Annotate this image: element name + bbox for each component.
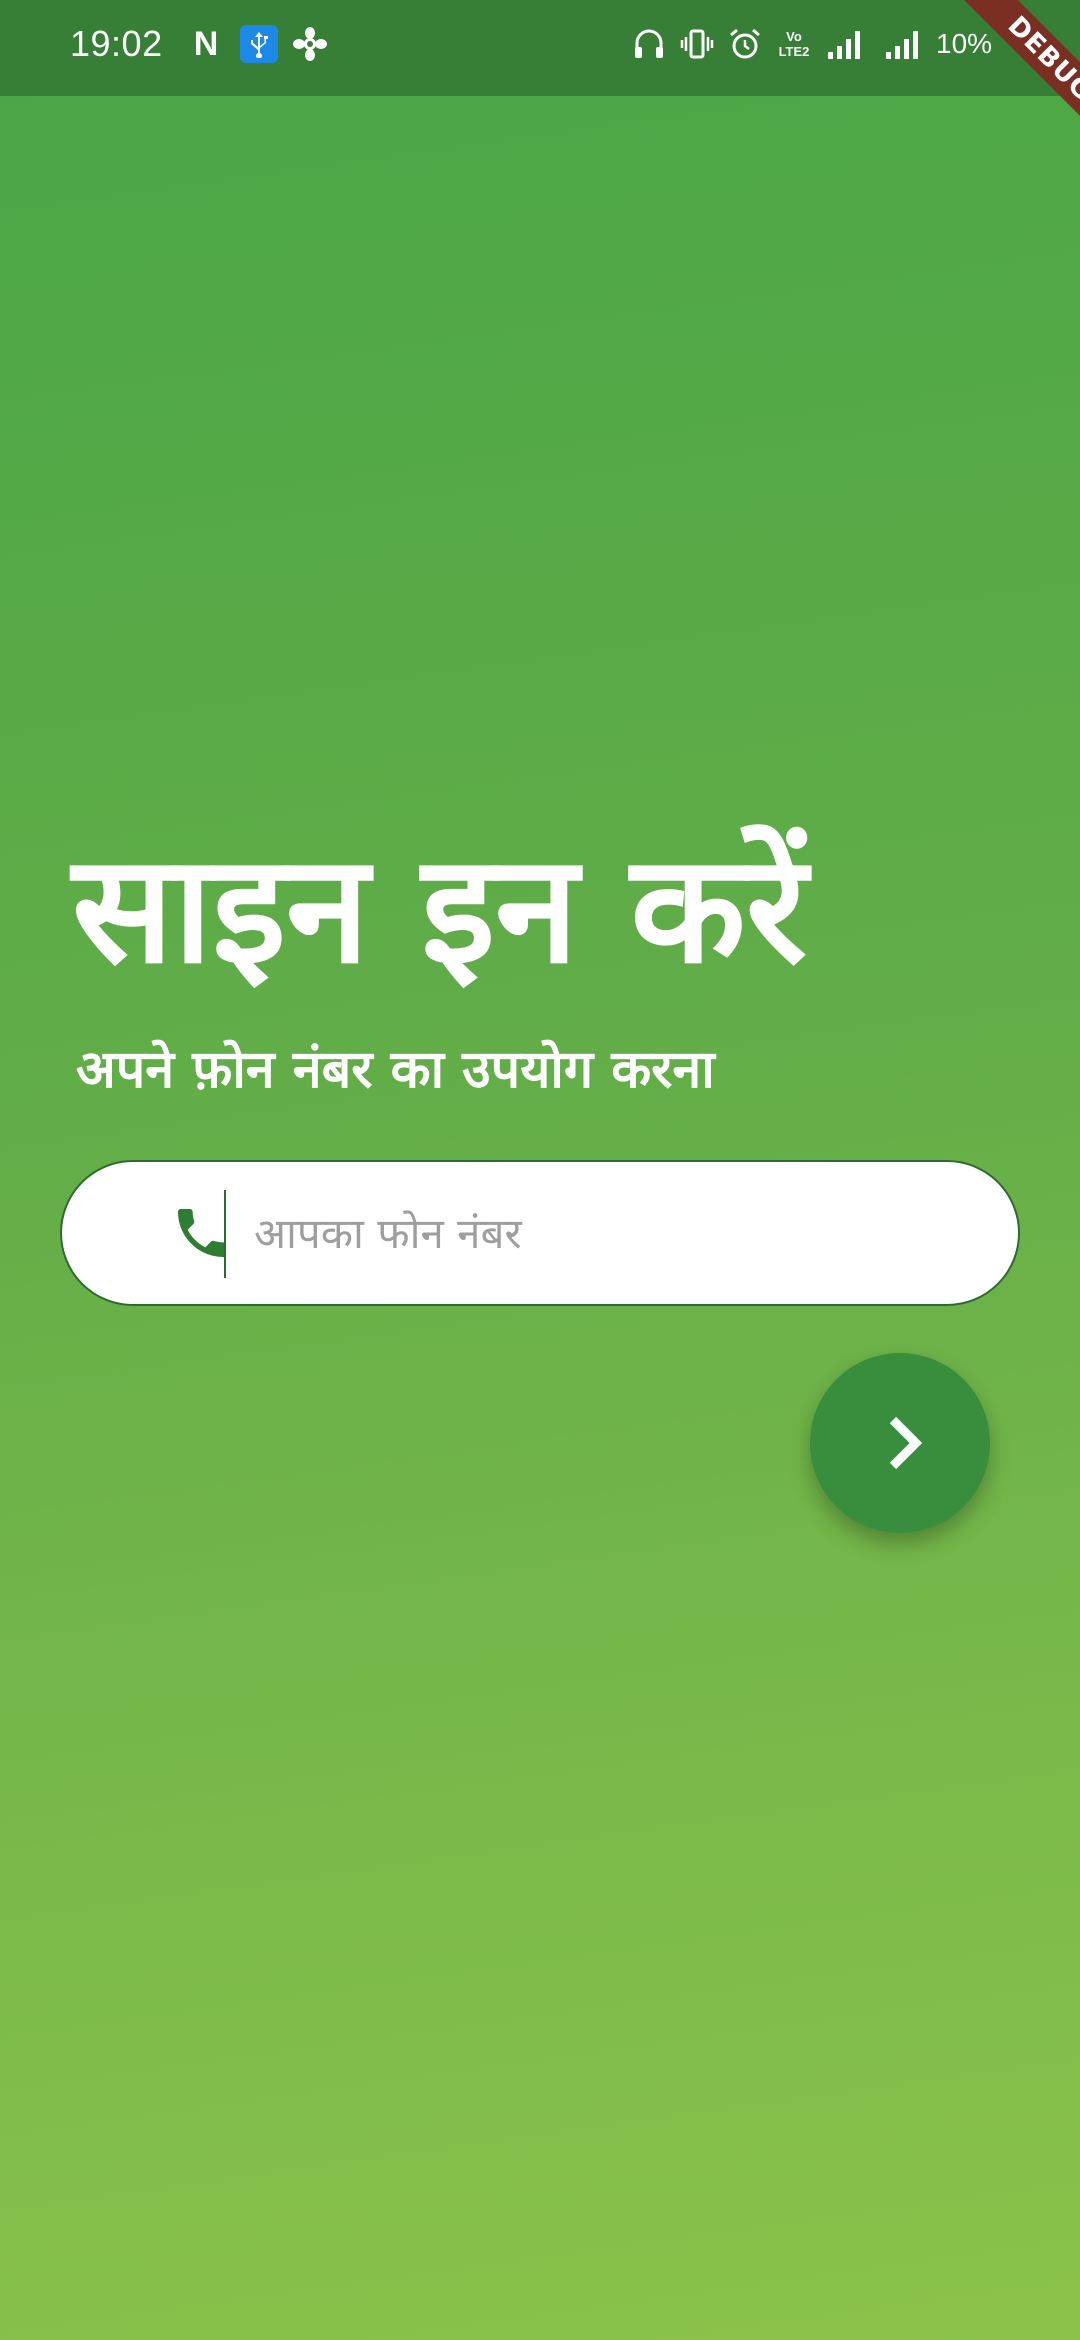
field-divider bbox=[224, 1190, 226, 1278]
page-title: साइन इन करें bbox=[72, 823, 808, 997]
volte-icon: Vo LTE2 bbox=[776, 27, 812, 61]
next-button[interactable] bbox=[810, 1353, 990, 1533]
chevron-right-icon bbox=[889, 1416, 923, 1470]
headset-icon bbox=[633, 27, 665, 61]
netflix-icon: N bbox=[193, 25, 219, 63]
page-subtitle: अपने फ़ोन नंबर का उपयोग करना bbox=[76, 1040, 715, 1100]
vibrate-icon bbox=[680, 27, 714, 61]
volte-top-label: Vo bbox=[786, 29, 802, 44]
status-time: 19:02 bbox=[70, 23, 163, 64]
status-bar: 19:02 N Vo LTE2 10% bbox=[0, 0, 1080, 96]
signal-icon bbox=[826, 28, 868, 60]
phone-number-field[interactable] bbox=[60, 1160, 1020, 1306]
signal-icon bbox=[884, 28, 926, 60]
phone-number-input[interactable] bbox=[254, 1162, 994, 1304]
flower-icon bbox=[292, 26, 328, 62]
usb-icon bbox=[240, 25, 278, 63]
battery-level: 10% bbox=[936, 28, 993, 59]
volte-bottom-label: LTE2 bbox=[778, 44, 810, 59]
sign-in-screen: 19:02 N Vo LTE2 10% DEBUG साइन इन करें अ… bbox=[0, 0, 1080, 2340]
alarm-icon bbox=[728, 27, 762, 61]
